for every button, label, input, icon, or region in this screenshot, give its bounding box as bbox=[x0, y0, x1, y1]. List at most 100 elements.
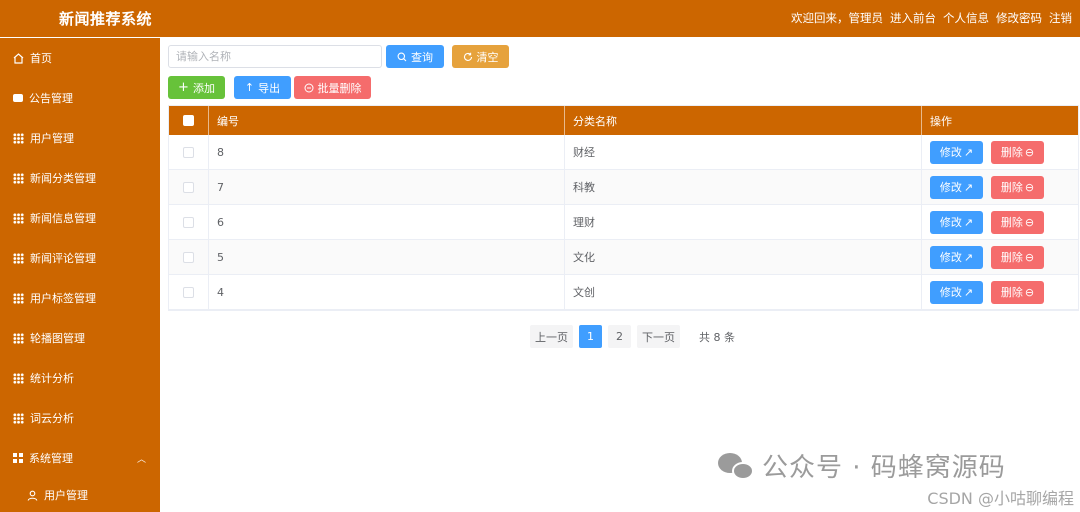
cell-name: 理财 bbox=[565, 205, 922, 239]
delete-button[interactable]: 删除 ⊖ bbox=[991, 140, 1044, 164]
minus-circle-icon: ⊖ bbox=[1024, 215, 1035, 229]
edit-label: 修改 bbox=[939, 286, 962, 299]
row-checkbox[interactable] bbox=[183, 286, 194, 298]
grid-icon bbox=[13, 212, 24, 224]
query-button[interactable]: 查询 bbox=[386, 45, 444, 68]
edit-label: 修改 bbox=[939, 181, 962, 194]
profile-link[interactable]: 个人信息 bbox=[943, 10, 989, 26]
delete-button[interactable]: 删除 ⊖ bbox=[991, 175, 1044, 199]
delete-button[interactable]: 删除 ⊖ bbox=[991, 280, 1044, 304]
top-bar: 新闻推荐系统 欢迎回来，管理员 进入前台 个人信息 修改密码 注销 bbox=[0, 0, 1080, 37]
sidebar-item-news-comments[interactable]: 新闻评论管理 bbox=[0, 238, 160, 278]
column-header-name[interactable]: 分类名称 bbox=[565, 106, 922, 135]
user-icon bbox=[27, 490, 38, 501]
sidebar-item-users[interactable]: 用户管理 bbox=[0, 118, 160, 158]
grid-icon bbox=[13, 252, 24, 264]
sidebar-item-label: 系统管理 bbox=[29, 452, 73, 465]
clear-button[interactable]: 清空 bbox=[452, 45, 509, 68]
delete-label: 删除 bbox=[1000, 286, 1023, 299]
sidebar: 首页 公告管理 用户管理 新闻分类管理 新闻信息管理 新闻评论管理 用户标签管理… bbox=[0, 37, 160, 512]
add-button[interactable]: + 添加 bbox=[168, 76, 225, 99]
sidebar-subitem-user-admin[interactable]: 用户管理 bbox=[0, 478, 160, 512]
select-all-checkbox[interactable] bbox=[183, 115, 194, 126]
sidebar-item-system[interactable]: 系统管理 ︿ bbox=[0, 438, 160, 478]
row-checkbox[interactable] bbox=[183, 146, 194, 158]
table-row: 5 文化 修改 ↗ 删除 ⊖ bbox=[169, 240, 1078, 275]
menu-icon bbox=[13, 453, 23, 463]
watermark: 公众号 · 码蜂窝源码 bbox=[716, 447, 1006, 484]
sidebar-item-user-tags[interactable]: 用户标签管理 bbox=[0, 278, 160, 318]
clear-label: 清空 bbox=[476, 50, 499, 64]
row-checkbox[interactable] bbox=[183, 216, 194, 228]
cell-id: 5 bbox=[209, 240, 565, 274]
delete-label: 删除 bbox=[1000, 216, 1023, 229]
sidebar-item-notice[interactable]: 公告管理 bbox=[0, 78, 160, 118]
grid-icon bbox=[13, 132, 24, 144]
enter-frontend-link[interactable]: 进入前台 bbox=[890, 10, 936, 26]
table-row: 4 文创 修改 ↗ 删除 ⊖ bbox=[169, 275, 1078, 310]
edit-button[interactable]: 修改 ↗ bbox=[930, 140, 983, 164]
change-password-link[interactable]: 修改密码 bbox=[996, 10, 1042, 26]
edit-icon: ↗ bbox=[963, 145, 974, 159]
export-label: 导出 bbox=[258, 81, 281, 95]
edit-icon: ↗ bbox=[963, 180, 974, 194]
edit-label: 修改 bbox=[939, 146, 962, 159]
sidebar-item-label: 用户标签管理 bbox=[30, 292, 96, 305]
search-input[interactable] bbox=[168, 45, 382, 68]
page-button-2[interactable]: 2 bbox=[608, 325, 631, 348]
cell-id: 7 bbox=[209, 170, 565, 204]
sidebar-item-label: 轮播图管理 bbox=[30, 332, 85, 345]
column-header-actions: 操作 bbox=[930, 114, 952, 128]
edit-icon: ↗ bbox=[963, 250, 974, 264]
plus-icon: + bbox=[178, 80, 189, 95]
edit-button[interactable]: 修改 ↗ bbox=[930, 210, 983, 234]
edit-icon: ↗ bbox=[963, 215, 974, 229]
next-page-button[interactable]: 下一页 bbox=[637, 325, 680, 348]
csdn-watermark: CSDN @小咕聊编程 bbox=[927, 489, 1074, 508]
cell-name: 财经 bbox=[565, 135, 922, 169]
watermark-text: 公众号 · 码蜂窝源码 bbox=[762, 453, 1006, 483]
delete-button[interactable]: 删除 ⊖ bbox=[991, 245, 1044, 269]
sidebar-item-label: 新闻评论管理 bbox=[30, 252, 96, 265]
sidebar-item-home[interactable]: 首页 bbox=[0, 38, 160, 78]
sidebar-item-label: 词云分析 bbox=[30, 412, 74, 425]
edit-label: 修改 bbox=[939, 251, 962, 264]
edit-button[interactable]: 修改 ↗ bbox=[930, 280, 983, 304]
export-button[interactable]: ↑ 导出 bbox=[234, 76, 291, 99]
sidebar-item-carousel[interactable]: 轮播图管理 bbox=[0, 318, 160, 358]
sidebar-item-wordcloud[interactable]: 词云分析 bbox=[0, 398, 160, 438]
edit-button[interactable]: 修改 ↗ bbox=[930, 175, 983, 199]
prev-page-button[interactable]: 上一页 bbox=[530, 325, 573, 348]
cell-id: 4 bbox=[209, 275, 565, 309]
minus-circle-icon: ⊖ bbox=[1024, 180, 1035, 194]
page-button-1[interactable]: 1 bbox=[579, 325, 602, 348]
delete-label: 删除 bbox=[1000, 251, 1023, 264]
sidebar-item-news-category[interactable]: 新闻分类管理 bbox=[0, 158, 160, 198]
delete-button[interactable]: 删除 ⊖ bbox=[991, 210, 1044, 234]
sidebar-item-label: 新闻信息管理 bbox=[30, 212, 96, 225]
grid-icon bbox=[13, 332, 24, 344]
edit-label: 修改 bbox=[939, 216, 962, 229]
row-checkbox[interactable] bbox=[183, 251, 194, 263]
cell-name: 科教 bbox=[565, 170, 922, 204]
batch-delete-button[interactable]: 批量删除 bbox=[294, 76, 371, 99]
minus-circle-icon: ⊖ bbox=[1024, 285, 1035, 299]
row-checkbox[interactable] bbox=[183, 181, 194, 193]
edit-button[interactable]: 修改 ↗ bbox=[930, 245, 983, 269]
grid-icon bbox=[13, 172, 24, 184]
sidebar-item-label: 首页 bbox=[30, 52, 52, 65]
message-icon bbox=[13, 94, 23, 102]
edit-icon: ↗ bbox=[963, 285, 974, 299]
logout-link[interactable]: 注销 bbox=[1049, 10, 1072, 26]
sidebar-subitem-label: 用户管理 bbox=[44, 489, 88, 502]
add-label: 添加 bbox=[192, 81, 215, 95]
home-icon bbox=[13, 52, 24, 64]
sidebar-item-statistics[interactable]: 统计分析 bbox=[0, 358, 160, 398]
batch-delete-label: 批量删除 bbox=[317, 81, 362, 95]
column-header-id[interactable]: 编号 bbox=[209, 106, 565, 135]
main-content: 查询 清空 + 添加 ↑ 导出 批量删除 编号 分类名称 操作 8 财经 修改↗… bbox=[160, 37, 1080, 512]
sidebar-item-news-info[interactable]: 新闻信息管理 bbox=[0, 198, 160, 238]
table-row: 6 理财 修改 ↗ 删除 ⊖ bbox=[169, 205, 1078, 240]
cell-id: 6 bbox=[209, 205, 565, 239]
app-title: 新闻推荐系统 bbox=[59, 10, 153, 28]
